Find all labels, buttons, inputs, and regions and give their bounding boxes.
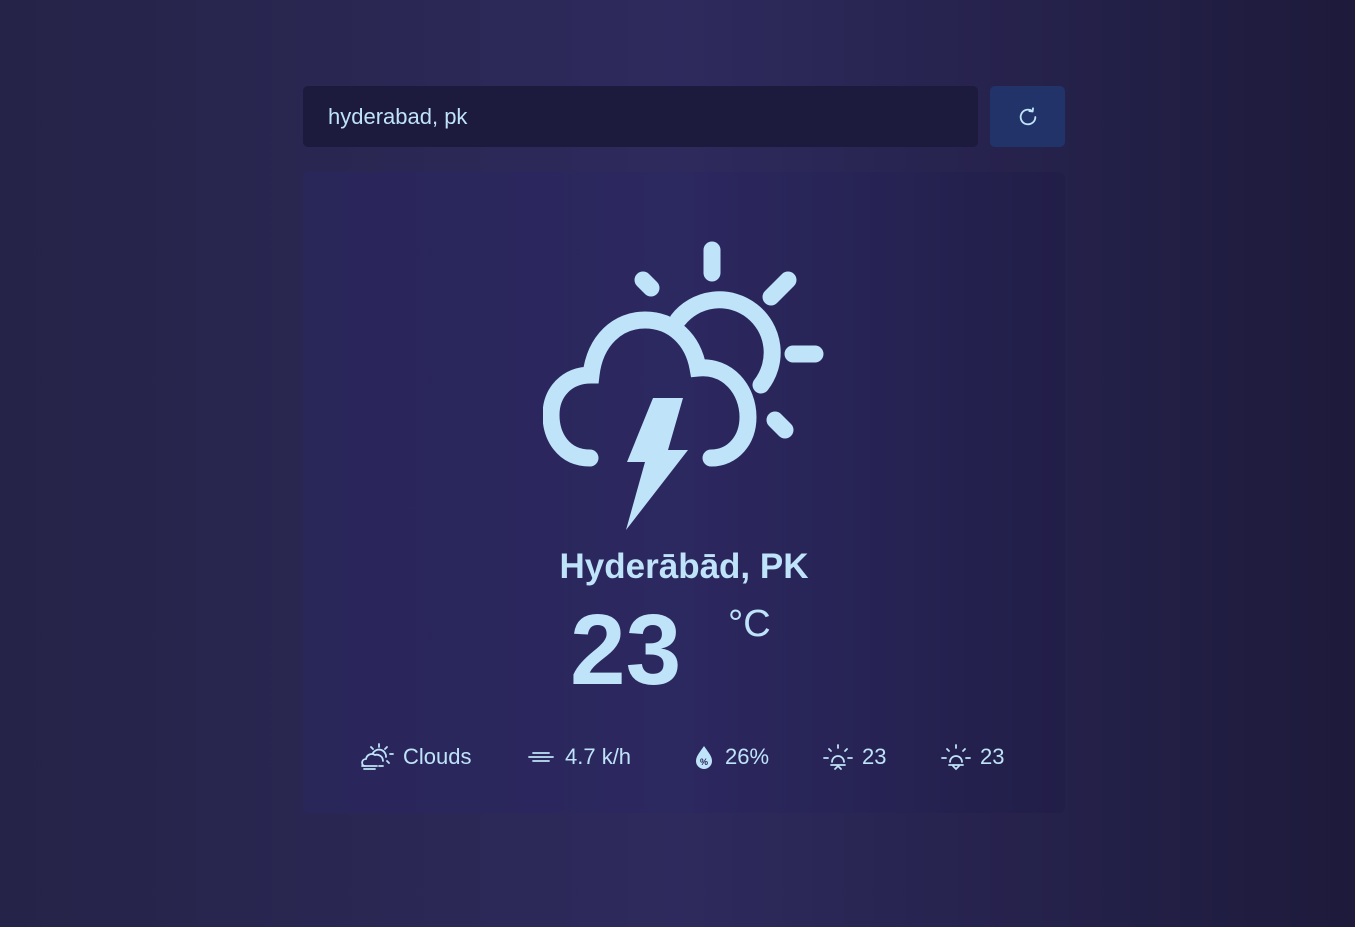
city-name: Hyderābād, PK — [559, 547, 809, 586]
sunset-icon — [941, 744, 971, 771]
stat-wind: 4.7 k/h — [527, 737, 631, 777]
stat-temp-max-value: 23 — [862, 744, 887, 769]
refresh-icon — [1019, 106, 1036, 125]
svg-text:%: % — [700, 757, 708, 767]
wind-icon — [528, 752, 554, 762]
temperature-value: 23 — [570, 594, 682, 706]
stat-temp-min: 23 — [940, 737, 1004, 777]
stat-temp-min-value: 23 — [980, 744, 1005, 769]
stat-temp-max: 23 — [822, 737, 886, 777]
weather-stats: Clouds 4.7 k/h % 26% 23 23 — [303, 737, 1065, 777]
stat-humidity-value: 26% — [725, 744, 770, 769]
refresh-button[interactable] — [990, 86, 1065, 147]
stat-condition-value: Clouds — [403, 744, 472, 769]
temperature-display: 23 °C — [570, 600, 830, 700]
stat-condition: Clouds — [359, 737, 471, 777]
stat-wind-value: 4.7 k/h — [565, 744, 632, 769]
thunderstorm-sun-icon — [543, 241, 824, 530]
temperature-unit: °C — [728, 603, 771, 645]
stat-humidity: % 26% — [691, 737, 769, 777]
sunrise-icon — [823, 744, 853, 770]
city-search-input[interactable] — [303, 86, 978, 147]
humidity-drop-icon: % — [696, 746, 712, 769]
weather-card: Hyderābād, PK 23 °C Clouds 4.7 k/h % 26%… — [303, 172, 1065, 813]
cloud-sun-icon — [361, 743, 394, 770]
search-bar — [303, 86, 1065, 147]
